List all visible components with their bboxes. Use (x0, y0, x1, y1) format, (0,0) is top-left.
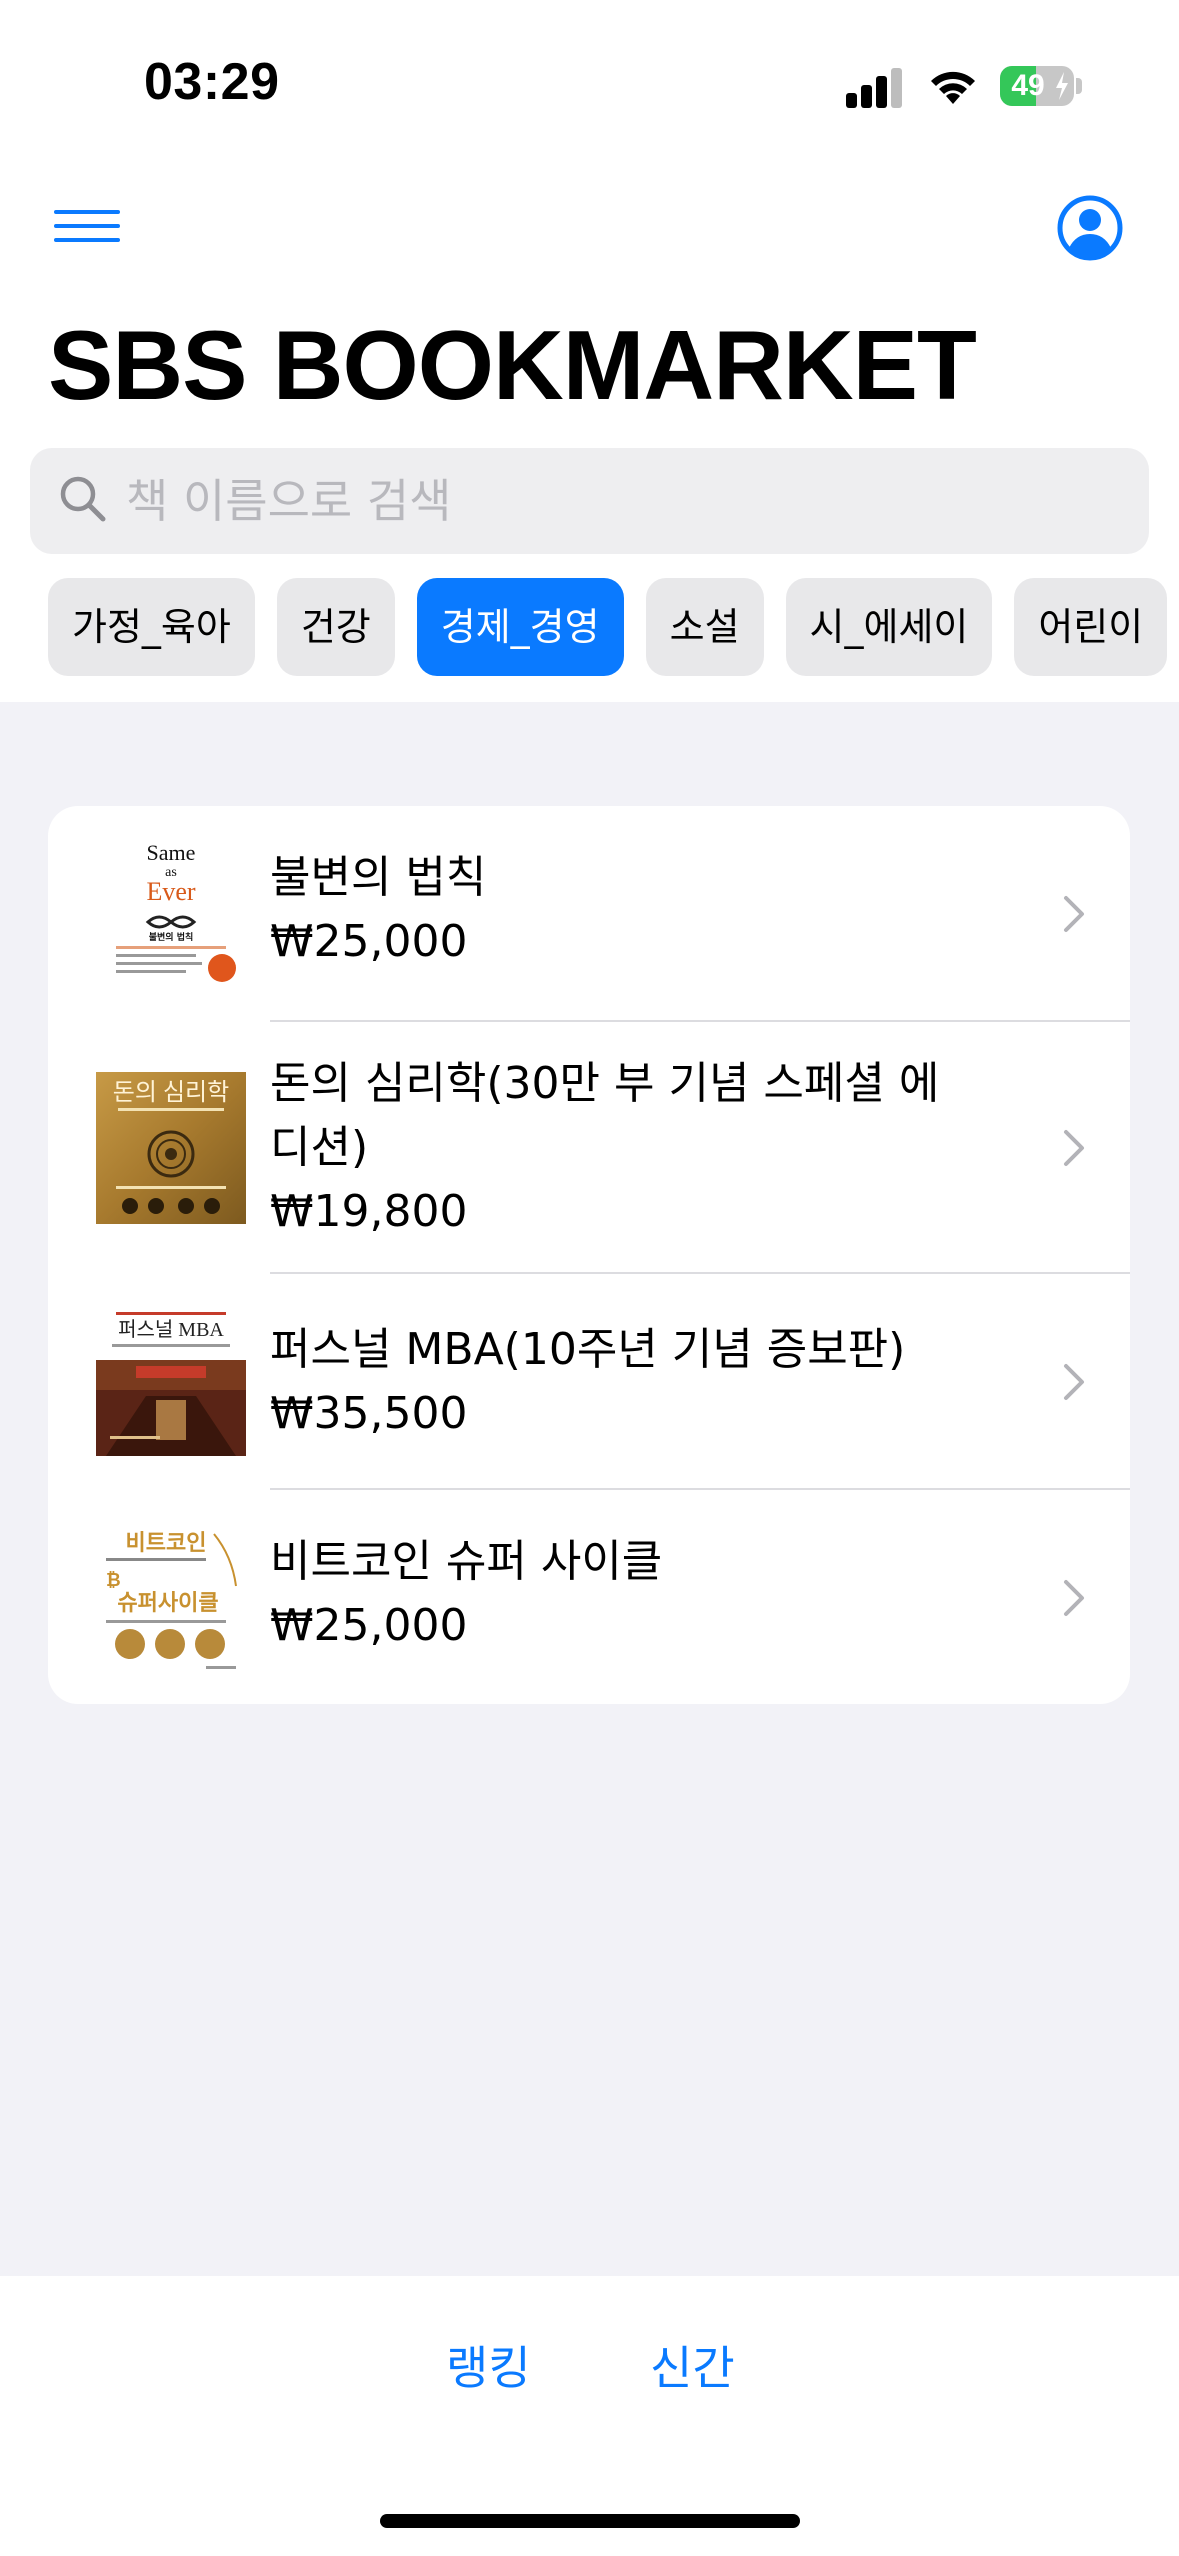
book-price: ₩25,000 (270, 916, 468, 967)
cover-title-line1: Same (147, 840, 196, 865)
person-circle-icon[interactable] (1056, 194, 1124, 262)
search-icon (60, 476, 106, 522)
cover-title-line1: 비트코인 (126, 1531, 207, 1556)
cover-subtitle: 불변의 법칙 (149, 931, 194, 943)
book-row[interactable]: 퍼스널 MBA 퍼스널 MBA(10주년 기념 증보판) ₩35,500 (48, 1274, 1130, 1490)
book-title: 돈의 심리학(30만 부 기념 스페셜 에디션) (270, 1058, 940, 1173)
book-row[interactable]: 돈의 심리학 돈의 심리학(30만 부 기념 스페셜 에디션) ₩19,800 (48, 1022, 1130, 1274)
cellular-signal-icon (846, 66, 904, 108)
home-indicator (380, 2514, 800, 2528)
book-price: ₩25,000 (270, 1600, 468, 1651)
category-chip-poetry-essay[interactable]: 시_에세이 (785, 578, 993, 676)
book-info: 비트코인 슈퍼 사이클 ₩25,000 (270, 1530, 970, 1658)
cover-title: 퍼스널 MBA (118, 1318, 224, 1341)
cover-title: 돈의 심리학 (113, 1079, 229, 1106)
book-info: 불변의 법칙 ₩25,000 (270, 846, 970, 974)
book-price: ₩35,500 (270, 1388, 468, 1439)
battery-cap (1076, 78, 1082, 94)
book-cover-same-as-ever: Same as Ever 불변의 법칙 (96, 838, 246, 988)
page-title: SBS BOOKMARKET (48, 310, 977, 420)
search-input[interactable] (126, 448, 1126, 554)
book-info: 퍼스널 MBA(10주년 기념 증보판) ₩35,500 (270, 1318, 970, 1446)
category-chip-novel[interactable]: 소설 (645, 578, 764, 676)
status-time: 03:29 (144, 53, 280, 111)
tab-ranking[interactable]: 랭킹 (446, 2332, 531, 2398)
battery-percent: 49 (1011, 69, 1045, 102)
wifi-icon (931, 71, 975, 104)
charging-bolt-icon (1056, 72, 1068, 100)
screen: 03:29 49 SBS BOOKMARKET 책 이름으로 검색 가정_육아 … (0, 0, 1179, 2556)
battery-icon: 49 (1000, 66, 1074, 106)
book-list: Same as Ever 불변의 법칙 불변의 법칙 ₩25,000 돈의 심리… (48, 806, 1130, 1704)
book-row[interactable]: 비트코인 ₿ 슈퍼사이클 비트코인 슈퍼 사이클 ₩25,000 (48, 1490, 1130, 1704)
hamburger-menu-icon[interactable] (54, 206, 120, 246)
chevron-right-icon (1064, 896, 1084, 932)
chevron-right-icon (1064, 1130, 1084, 1166)
category-chips: 가정_육아 건강 경제_경영 소설 시_에세이 어린이 (48, 578, 1179, 676)
cover-title-line3: Ever (146, 877, 195, 906)
category-chip-children[interactable]: 어린이 (1014, 578, 1168, 676)
book-cover-personal-mba: 퍼스널 MBA (96, 1308, 246, 1456)
book-title: 불변의 법칙 (270, 852, 487, 903)
category-chip-parenting[interactable]: 가정_육아 (48, 578, 255, 676)
book-cover-bitcoin-super-cycle: 비트코인 ₿ 슈퍼사이클 (96, 1526, 246, 1674)
book-info: 돈의 심리학(30만 부 기념 스페셜 에디션) ₩19,800 (270, 1052, 970, 1244)
svg-text:₿: ₿ (106, 1570, 121, 1591)
tab-new-releases[interactable]: 신간 (650, 2332, 735, 2398)
search-bar[interactable] (30, 448, 1149, 554)
book-cover-psychology-of-money: 돈의 심리학 (96, 1072, 246, 1224)
book-row[interactable]: Same as Ever 불변의 법칙 불변의 법칙 ₩25,000 (48, 806, 1130, 1022)
cover-title-line2: 슈퍼사이클 (117, 1591, 218, 1616)
category-chip-health[interactable]: 건강 (276, 578, 395, 676)
book-title: 비트코인 슈퍼 사이클 (270, 1536, 663, 1587)
status-bar: 03:29 49 (0, 0, 1179, 170)
category-chip-business-selected[interactable]: 경제_경영 (416, 578, 624, 676)
chevron-right-icon (1064, 1580, 1084, 1616)
chevron-right-icon (1064, 1364, 1084, 1400)
book-price: ₩19,800 (270, 1186, 468, 1237)
book-title: 퍼스널 MBA(10주년 기념 증보판) (270, 1324, 906, 1375)
